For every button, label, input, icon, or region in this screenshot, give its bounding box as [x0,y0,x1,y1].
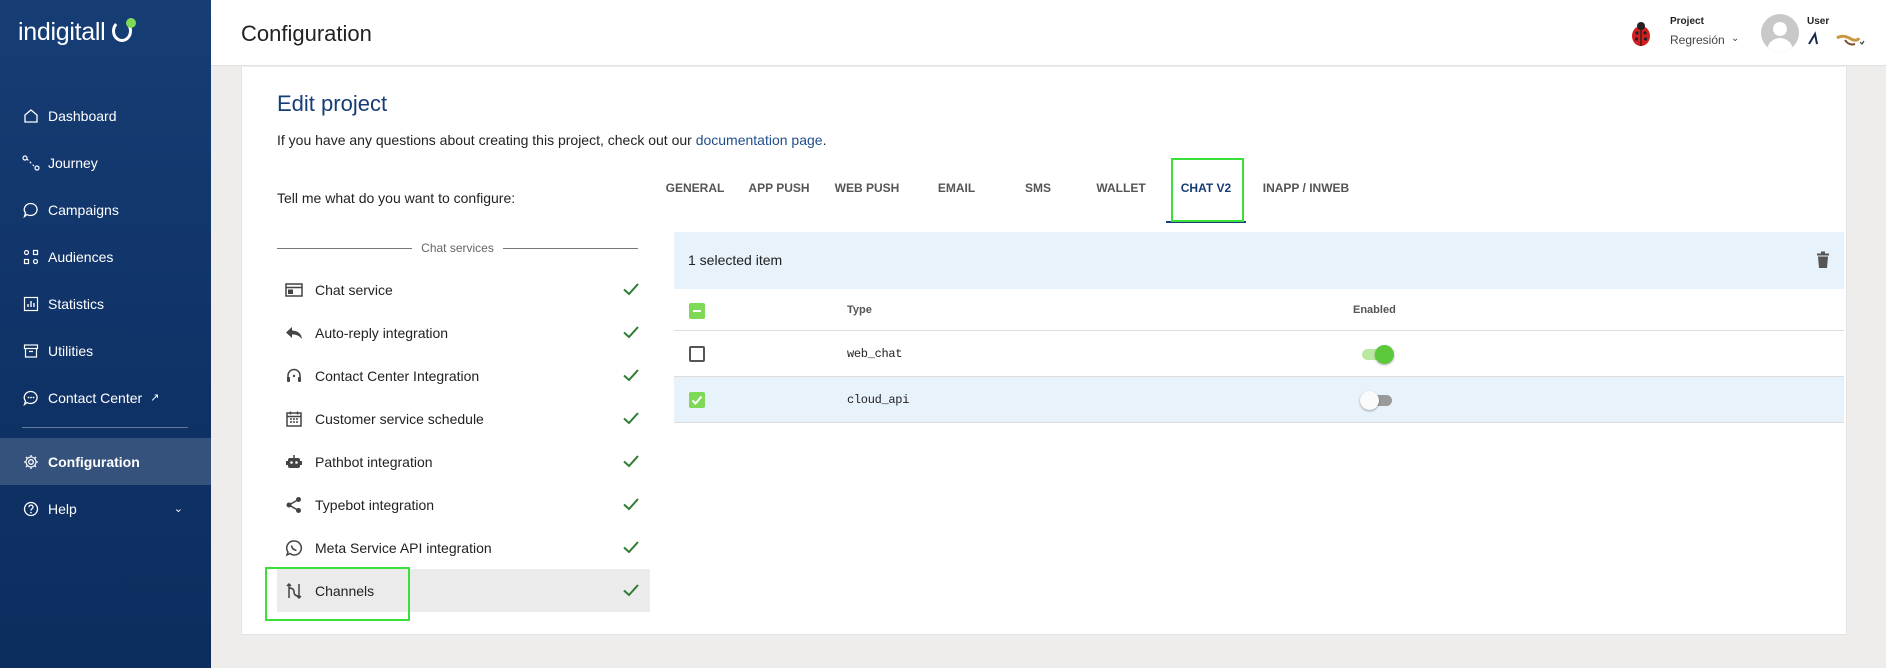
menu-item-channels[interactable]: Channels [277,569,650,612]
check-icon [623,326,639,339]
sidebar-item-label: Dashboard [48,107,117,124]
configure-prompt: Tell me what do you want to configure: [277,190,516,206]
tab-wallet[interactable]: WALLET [1076,157,1166,223]
check-icon [623,412,639,425]
external-link-icon: ↗ [150,392,160,404]
selection-bar: 1 selected item [674,232,1844,289]
tab-sms[interactable]: SMS [1000,157,1076,223]
section-header-label: Chat services [421,241,494,255]
sidebar-nav: Dashboard Journey Campaigns Audiences St… [0,92,211,532]
archive-icon [22,342,40,360]
robot-icon [285,453,303,471]
calendar-icon [285,410,303,428]
statistics-icon [22,295,40,313]
menu-item-typebot-integration[interactable]: Typebot integration [277,483,650,526]
column-header-type[interactable]: Type [847,304,872,316]
selected-count: 1 selected item [688,252,783,268]
table-row[interactable]: web_chat [674,331,1844,377]
check-icon [623,283,639,296]
chevron-down-icon[interactable]: ⌄ [1731,33,1739,44]
audiences-icon [22,248,40,266]
journey-icon [22,154,40,172]
project-selector[interactable]: Regresión [1670,33,1725,47]
tab-chat-v2[interactable]: CHAT V2 [1166,157,1246,223]
select-all-checkbox[interactable] [689,303,705,319]
browser-window-icon [285,281,303,299]
share-icon [285,496,303,514]
sidebar-item-journey[interactable]: Journey [0,139,211,186]
sidebar-divider [22,427,188,428]
sidebar-item-label: Statistics [48,295,105,312]
sidebar-item-label: Help [48,500,77,517]
logo[interactable]: indigitall [18,18,106,47]
intro-text: If you have any questions about creating… [277,132,827,148]
sidebar-item-statistics[interactable]: Statistics [0,280,211,327]
channels-icon [285,582,303,600]
menu-item-contact-center-integration[interactable]: Contact Center Integration [277,354,650,397]
row-checkbox[interactable] [689,392,705,408]
sidebar-item-label: Campaigns [48,201,119,218]
menu-item-meta-service-api[interactable]: Meta Service API integration [277,526,650,569]
documentation-link[interactable]: documentation page [696,132,823,148]
sidebar-item-label: Journey [48,154,98,171]
chat-services-menu: Chat service Auto-reply integration Cont… [277,268,650,612]
home-icon [22,107,40,125]
reply-icon [285,324,303,342]
check-icon [623,541,639,554]
check-icon [623,584,639,597]
menu-item-chat-service[interactable]: Chat service [277,268,650,311]
table-row[interactable]: cloud_api [674,377,1844,423]
sidebar-item-label: Configuration [48,453,140,470]
menu-item-pathbot-integration[interactable]: Pathbot integration [277,440,650,483]
sidebar-item-label: Contact Center [48,389,143,406]
tab-inapp-inweb[interactable]: INAPP / INWEB [1246,157,1366,223]
tab-web-push[interactable]: WEB PUSH [821,157,913,223]
sidebar-item-label: Audiences [48,248,114,265]
top-header: Configuration Project Regresión ⌄ User [211,0,1886,66]
tab-app-push[interactable]: APP PUSH [737,157,821,223]
project-label: Project [1670,16,1704,27]
edit-project-title: Edit project [277,91,388,116]
config-tabs: GENERAL APP PUSH WEB PUSH EMAIL SMS WALL… [653,157,1366,223]
enabled-toggle[interactable] [1360,343,1394,365]
headset-icon [285,367,303,385]
avatar[interactable] [1761,14,1799,52]
menu-item-auto-reply[interactable]: Auto-reply integration [277,311,650,354]
table-header: Type Enabled [674,289,1844,331]
check-icon [623,455,639,468]
chevron-down-icon: ⌄ [173,503,183,515]
trash-icon[interactable] [1816,251,1830,269]
sidebar-item-label: Utilities [48,342,94,359]
sidebar-item-dashboard[interactable]: Dashboard [0,92,211,139]
tab-email[interactable]: EMAIL [913,157,1000,223]
gear-icon [22,453,40,471]
sidebar-item-campaigns[interactable]: Campaigns [0,186,211,233]
row-checkbox[interactable] [689,346,705,362]
help-icon [22,500,40,518]
chat-dots-icon [22,389,40,407]
enabled-toggle[interactable] [1360,389,1394,411]
column-header-enabled[interactable]: Enabled [1353,304,1396,316]
whatsapp-icon [285,539,303,557]
user-label: User [1807,16,1830,27]
sidebar-item-contact-center[interactable]: Contact Center ↗ [0,374,211,421]
section-header: Chat services [277,240,639,256]
menu-item-customer-service-schedule[interactable]: Customer service schedule [277,397,650,440]
logo-dot-icon [126,18,136,28]
row-type: web_chat [847,347,903,361]
ladybug-icon[interactable] [1629,21,1653,47]
user-signature-icon[interactable] [1807,30,1865,50]
tab-general[interactable]: GENERAL [653,157,737,223]
sidebar-item-utilities[interactable]: Utilities [0,327,211,374]
page-title: Configuration [241,21,372,46]
sidebar-item-help[interactable]: Help ⌄ [0,485,211,532]
check-icon [623,498,639,511]
check-icon [623,369,639,382]
sidebar: indigitall Dashboard Journey Campaigns A… [0,0,211,668]
row-type: cloud_api [847,393,910,407]
sidebar-item-audiences[interactable]: Audiences [0,233,211,280]
sidebar-item-configuration[interactable]: Configuration [0,438,211,485]
chat-bubble-icon [22,201,40,219]
